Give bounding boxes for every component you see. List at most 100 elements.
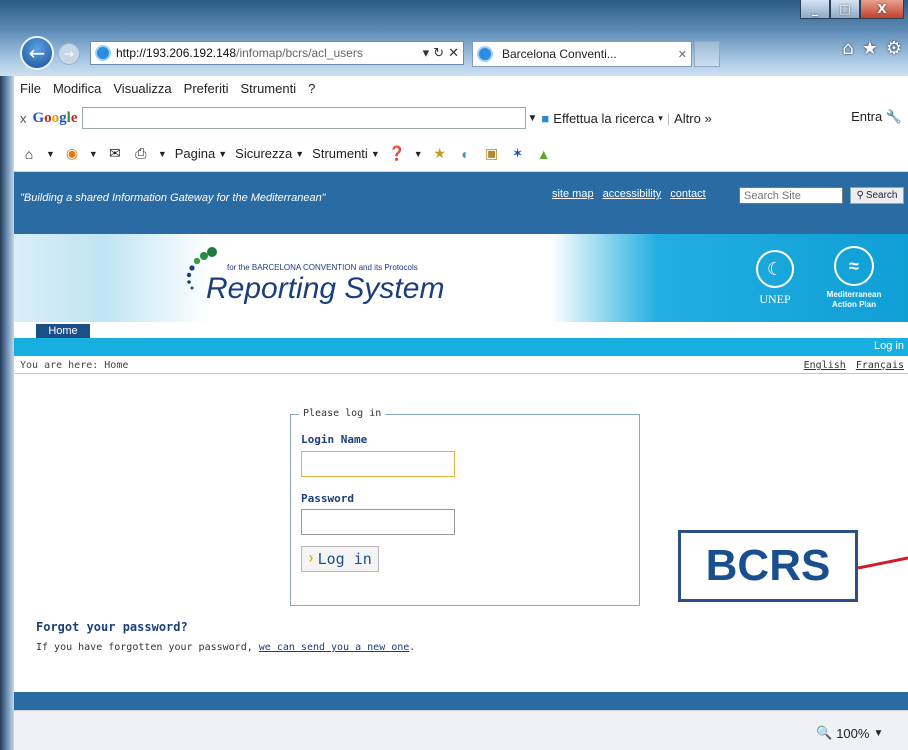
google-search-input[interactable]: [81, 107, 526, 129]
password-input[interactable]: [301, 509, 455, 535]
login-link[interactable]: Log in: [874, 340, 904, 352]
command-bar: ⌂ ▼ ◉ ▼ ✉ ⎙ ▼ Pagina ▼ Sicurezza ▼ Strumenti ▼…: [14, 136, 908, 172]
login-name-label: Login Name: [301, 433, 368, 446]
home-dropdown-icon[interactable]: ▼: [46, 149, 55, 159]
refresh-icon[interactable]: ↻: [433, 46, 444, 61]
addon-icon[interactable]: ▲: [535, 145, 553, 163]
home-page-icon[interactable]: ⌂: [20, 145, 38, 163]
search-icon: ⚲: [856, 190, 864, 201]
google-toolbar-close[interactable]: x: [20, 111, 27, 126]
site-search-button[interactable]: ⚲ Search: [850, 187, 904, 204]
send-new-password-link[interactable]: we can send you a new one: [259, 642, 410, 653]
link-contact[interactable]: contact: [670, 188, 705, 200]
address-bar[interactable]: http://193.206.192.148/infomap/bcrs/acl_…: [90, 41, 464, 65]
new-tab-button[interactable]: [694, 41, 720, 67]
page-menu-dropdown-icon: ▼: [218, 148, 228, 159]
bluetooth-icon[interactable]: ✶: [509, 145, 527, 163]
minimize-button[interactable]: _: [800, 0, 830, 19]
page-menu[interactable]: Pagina ▼: [175, 146, 227, 161]
url-host: http://193.206.192.148: [116, 46, 237, 60]
gear-icon[interactable]: ⚙: [886, 38, 902, 59]
site-search-button-label: Search: [865, 190, 898, 201]
forward-arrow-icon[interactable]: →: [58, 43, 80, 65]
menu-modifica[interactable]: Modifica: [53, 81, 101, 96]
help-dropdown-icon[interactable]: ▼: [414, 149, 423, 159]
link-site-map[interactable]: site map: [552, 188, 594, 200]
zoom-control[interactable]: 🔍 100% ▼: [816, 725, 883, 741]
address-dropdown-icon[interactable]: ▾: [423, 46, 430, 61]
google-search-icon: ■: [541, 110, 550, 126]
home-icon[interactable]: ⌂: [842, 38, 853, 59]
google-enter-label: Entra: [851, 109, 883, 124]
unep-label: UNEP: [759, 292, 791, 306]
window-left-edge: [0, 76, 14, 750]
research-icon[interactable]: ★: [431, 145, 449, 163]
menu-file[interactable]: File: [20, 81, 41, 96]
menu-visualizza[interactable]: Visualizza: [113, 81, 171, 96]
site-footer-bar: [14, 692, 908, 710]
forgot-text-after: .: [409, 642, 416, 653]
login-name-input[interactable]: [301, 451, 455, 477]
callout-pointer-line: [858, 556, 908, 570]
site-tagline: "Building a shared Information Gateway f…: [20, 192, 326, 204]
language-selector: English Français: [800, 360, 904, 371]
close-window-button[interactable]: X: [860, 0, 904, 19]
web-page: "Building a shared Information Gateway f…: [14, 172, 908, 710]
unep-logo[interactable]: ☾ UNEP: [752, 250, 798, 307]
link-accessibility[interactable]: accessibility: [603, 188, 662, 200]
map-label: Mediterranean Action Plan: [826, 290, 882, 309]
lang-english[interactable]: English: [804, 360, 846, 371]
zoom-level: 100%: [836, 725, 870, 741]
forgot-password-heading: Forgot your password?: [36, 620, 188, 634]
stop-icon[interactable]: ✕: [448, 46, 459, 61]
translate-icon[interactable]: ◐: [457, 145, 475, 163]
feed-dropdown-icon[interactable]: ▼: [89, 149, 98, 159]
nav-bar: [14, 338, 908, 356]
security-menu[interactable]: Sicurezza ▼: [235, 146, 304, 161]
google-enter[interactable]: Entra 🔧: [851, 109, 902, 125]
chevron-right-icon: ❯: [308, 554, 314, 564]
mail-icon[interactable]: ✉: [106, 145, 124, 163]
url-text[interactable]: http://193.206.192.148/infomap/bcrs/acl_…: [116, 46, 419, 60]
site-banner: for the BARCELONA CONVENTION and its Pro…: [14, 234, 908, 322]
site-header-strip: "Building a shared Information Gateway f…: [14, 172, 908, 234]
tools-menu[interactable]: Strumenti ▼: [312, 146, 380, 161]
tools-menu-label: Strumenti: [312, 146, 368, 161]
rss-feed-icon[interactable]: ◉: [63, 145, 81, 163]
google-search-button[interactable]: ■ Effettua la ricerca ▾: [541, 111, 662, 126]
back-arrow-icon[interactable]: ←: [20, 36, 54, 70]
google-dropdown-icon[interactable]: ▼: [528, 113, 538, 124]
zoom-dropdown-icon: ▼: [873, 727, 884, 739]
google-more[interactable]: Altro »: [674, 111, 712, 126]
lang-francais[interactable]: Français: [856, 360, 904, 371]
print-icon[interactable]: ⎙: [132, 145, 150, 163]
browser-right-icons: ⌂ ★ ⚙: [842, 38, 902, 59]
menu-help[interactable]: ?: [308, 81, 315, 96]
menu-strumenti[interactable]: Strumenti: [240, 81, 296, 96]
maximize-button[interactable]: □: [830, 0, 860, 19]
menu-preferiti[interactable]: Preferiti: [184, 81, 229, 96]
url-path: /infomap/bcrs/acl_users: [236, 46, 363, 60]
tab-label: Barcelona Conventi...: [502, 47, 617, 61]
login-fieldset: Please log in Login Name Password ❯ Log …: [290, 408, 640, 606]
menu-bar: File Modifica Visualizza Preferiti Strum…: [14, 76, 908, 100]
wrench-icon: 🔧: [885, 109, 902, 124]
navigation-row: ← → http://193.206.192.148/infomap/bcrs/…: [20, 36, 908, 70]
tab-barcelona-convention[interactable]: Barcelona Conventi... ✕: [472, 41, 692, 67]
banner-subtitle: for the BARCELONA CONVENTION and its Pro…: [227, 263, 418, 272]
banner-title: Reporting System: [206, 272, 445, 305]
login-button[interactable]: ❯ Log in: [301, 546, 379, 572]
window-controls: _ □ X: [800, 0, 904, 19]
google-logo: Google: [32, 109, 78, 126]
bcrs-callout: BCRS: [678, 530, 858, 602]
tab-close-icon[interactable]: ✕: [678, 48, 687, 61]
map-logo[interactable]: ≈ Mediterranean Action Plan: [823, 246, 885, 310]
tools-menu-dropdown-icon: ▼: [370, 148, 380, 159]
site-search-input[interactable]: [739, 187, 843, 204]
favorites-star-icon[interactable]: ★: [862, 38, 878, 59]
help-icon[interactable]: ❓: [388, 145, 406, 163]
nav-home-tab[interactable]: Home: [36, 324, 90, 338]
security-menu-label: Sicurezza: [235, 146, 293, 161]
bookmark-icon[interactable]: ▣: [483, 145, 501, 163]
print-dropdown-icon[interactable]: ▼: [158, 149, 167, 159]
